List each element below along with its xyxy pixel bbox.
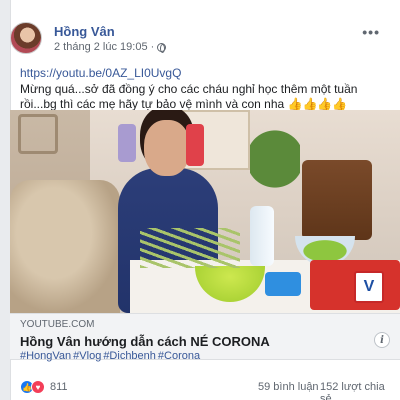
post-message: https://youtu.be/0AZ_LI0UvgQ Mừng quá...… [20,66,380,112]
spray-bottle-right [186,124,204,166]
lemongrass [140,228,240,268]
post-header: Hồng Vân 2 tháng 2 lúc 19:05 · ••• [10,22,380,62]
reaction-count[interactable]: 811 [50,381,68,393]
post-timestamp[interactable]: 2 tháng 2 lúc 19:05 · [54,41,154,53]
info-icon[interactable]: i [374,332,390,348]
author-avatar[interactable] [10,22,42,54]
love-icon[interactable]: ♥ [31,380,45,394]
hashtag-hongvan[interactable]: #HongVan [20,350,71,362]
hashtag-list: #HongVan #Vlog #Dichbenh #Corona [20,350,200,362]
christmas-tree [250,114,300,204]
wooden-cabinet [302,160,372,240]
water-bottle [250,206,274,266]
sofa [10,180,120,313]
more-options-icon[interactable]: ••• [362,24,380,40]
video-thumbnail[interactable]: V [10,110,400,313]
spray-bottle-left [118,124,136,162]
link-title[interactable]: Hồng Vân hướng dẫn cách NÉ CORONA [20,334,270,349]
channel-badge: V [354,271,384,303]
link-domain: YOUTUBE.COM [20,319,95,330]
globe-icon [157,42,167,53]
hashtag-vlog[interactable]: #Vlog [73,350,101,362]
thumbs-up-emoji: 👍👍👍👍 [287,97,348,111]
post-meta: 2 tháng 2 lúc 19:05 · [54,41,167,53]
share-count[interactable]: 152 lượt chia sẻ [320,381,390,400]
hashtag-corona[interactable]: #Corona [158,350,200,362]
person-head [144,120,190,176]
comment-count[interactable]: 59 bình luận [258,381,319,393]
author-name[interactable]: Hồng Vân [54,24,115,39]
hashtag-dichbenh[interactable]: #Dichbenh [103,350,156,362]
blue-container [265,272,301,296]
post-stats: 👍 ♥ 811 59 bình luận 152 lượt chia sẻ [20,380,390,400]
wall-ornament [18,114,58,154]
post-link[interactable]: https://youtu.be/0AZ_LI0UvgQ [20,66,380,81]
